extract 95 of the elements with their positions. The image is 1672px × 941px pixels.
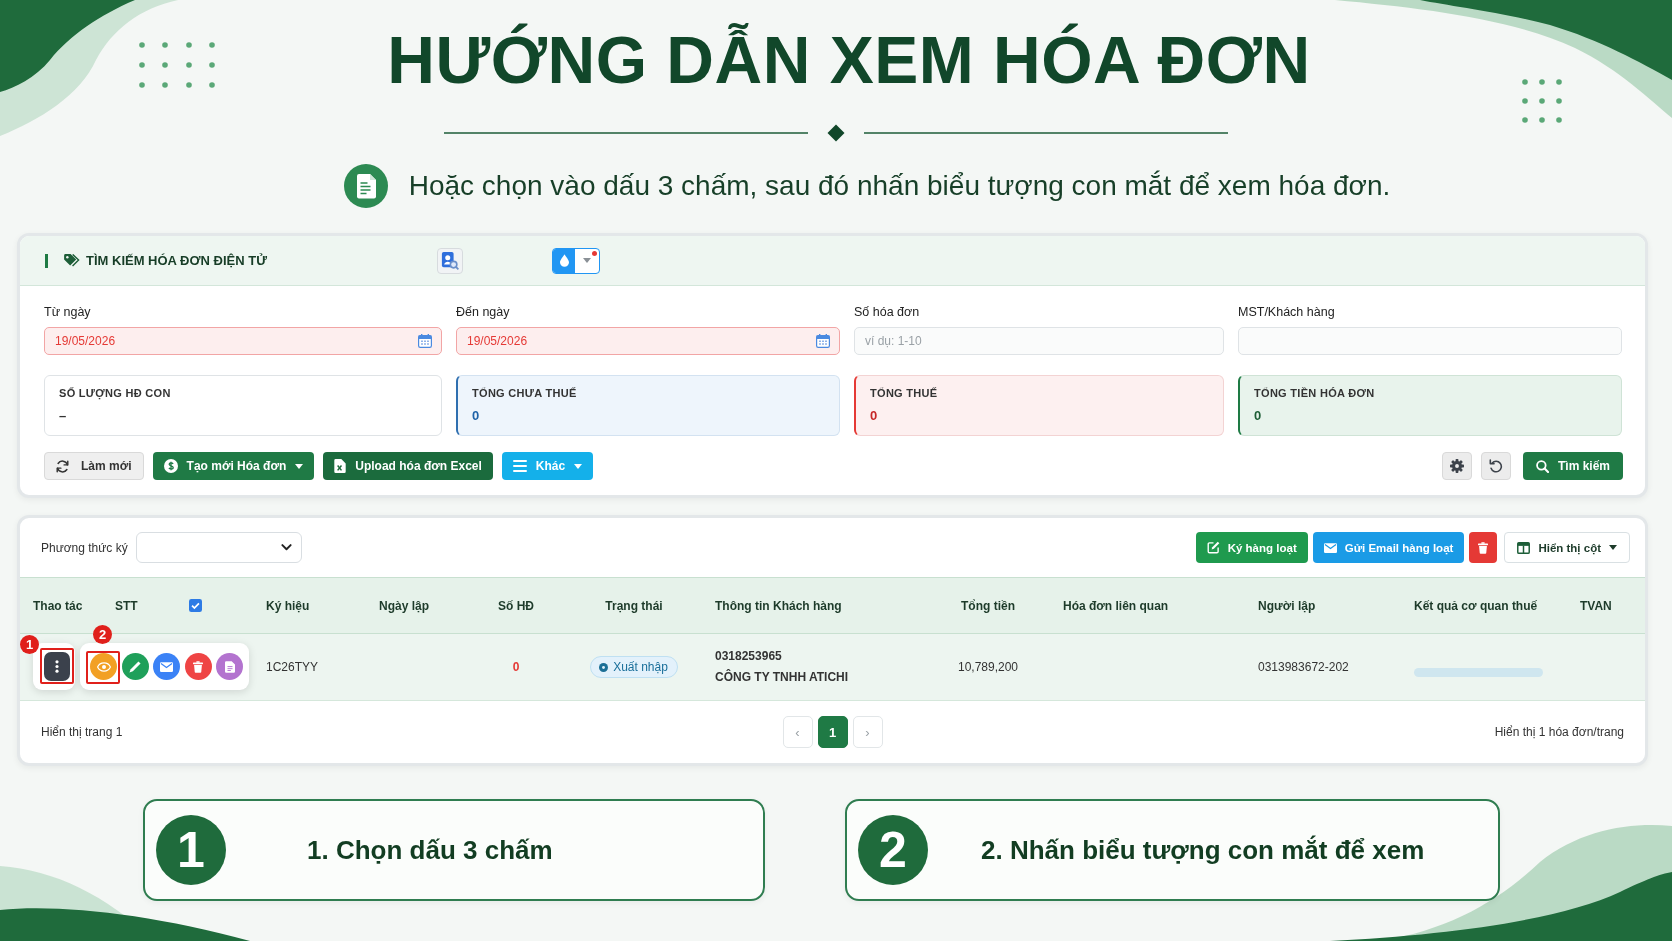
menu-icon (512, 460, 527, 472)
date-field[interactable]: 19/05/2026 (456, 327, 840, 355)
column-header: STT (115, 598, 138, 613)
caret-icon (583, 258, 591, 263)
text-field[interactable]: ví dụ: 1-10 (854, 327, 1224, 355)
vertical-dots-icon (55, 660, 59, 673)
summary-label: TỔNG THUẾ (870, 386, 938, 400)
chevron-down-icon (280, 544, 292, 551)
settings-button[interactable] (1441, 452, 1472, 480)
summary-label: TỔNG CHƯA THUẾ (472, 386, 577, 400)
edit-button[interactable] (121, 653, 149, 680)
delete-button[interactable] (184, 653, 212, 680)
settings-icon (1449, 459, 1464, 473)
pencil-icon (129, 660, 142, 673)
document-search-button[interactable] (437, 247, 463, 274)
status-dot-icon (599, 662, 609, 672)
create-invoice-button[interactable]: Tạo mới Hóa đơn (152, 452, 315, 480)
summary-value: 0 (1254, 408, 1262, 424)
search-icon (1535, 459, 1549, 473)
summary-label: SỐ LƯỢNG HĐ CON (59, 386, 171, 400)
status-label: Xuất nhập (613, 660, 668, 674)
droplet-dropdown-button[interactable] (552, 247, 600, 274)
spreadsheet-file-icon (334, 459, 347, 473)
column-header: Thao tác (33, 598, 83, 613)
table-cell: 0313983672-202 (1258, 660, 1349, 674)
bulk-email-button[interactable]: Gửi Email hàng loạt (1312, 532, 1465, 563)
droplet-icon (559, 254, 569, 267)
dollar-icon (163, 459, 178, 473)
column-header: Tổng tiền (961, 598, 1015, 613)
sign-method-label: Phương thức ký (41, 540, 128, 555)
customer-name: CÔNG TY TNHH ATICHI (715, 670, 849, 685)
table-cell: 1C26TYY (266, 660, 319, 674)
previous-page-button[interactable]: ‹ (782, 716, 813, 748)
refresh-button[interactable]: Làm mới (44, 452, 144, 480)
select-all-checkbox[interactable] (189, 599, 202, 612)
table-cell: 10,789,200 (957, 660, 1019, 674)
column-header: Ngày lập (379, 598, 429, 613)
table-cell: 0 (512, 660, 520, 674)
date-field[interactable]: 19/05/2026 (44, 327, 442, 355)
document-icon (224, 660, 235, 673)
next-page-button[interactable]: › (852, 716, 883, 748)
edit-icon (1206, 541, 1220, 554)
text-field[interactable] (1238, 327, 1622, 355)
column-header: Thông tin Khách hàng (715, 598, 842, 613)
page-info: Hiển thị trang 1 (41, 725, 123, 739)
instruction-text: Hoặc chọn vào dấu 3 chấm, sau đó nhấn biểu tượng con mắt để xem hóa đơn. (408, 169, 1391, 203)
step-marker: 1 (20, 635, 39, 654)
more-button[interactable]: Khác (501, 452, 594, 480)
customer-tax-code: 0318253965 (715, 649, 782, 664)
column-header: Ký hiệu (266, 598, 310, 613)
summary-value: 0 (472, 408, 480, 424)
tags-icon (64, 254, 80, 267)
per-page-info: Hiển thị 1 hóa đơn/trang (1494, 725, 1624, 739)
page-title: HƯỚNG DẪN XEM HÓA ĐƠN (387, 22, 1311, 98)
trash-icon (1478, 541, 1489, 554)
field-label: Số hóa đơn (854, 304, 920, 320)
search-button[interactable]: Tìm kiếm (1522, 452, 1623, 480)
column-header: Người lập (1258, 598, 1316, 613)
step-number: 1 (156, 815, 226, 885)
bulk-sign-button[interactable]: Ký hàng loạt (1195, 532, 1308, 563)
calendar-icon (418, 334, 432, 348)
step-number: 2 (858, 815, 928, 885)
field-label: MST/Khách hàng (1238, 304, 1335, 320)
notification-dot-icon (592, 250, 597, 256)
field-label: Đến ngày (456, 304, 510, 320)
panel-title: TÌM KIẾM HÓA ĐƠN ĐIỆN TỬ (86, 253, 267, 268)
reset-button[interactable] (1480, 452, 1511, 480)
page-button[interactable]: 1 (817, 716, 848, 748)
email-button[interactable] (153, 653, 181, 680)
summary-value: 0 (870, 408, 878, 424)
summary-value: – (59, 408, 67, 424)
document-button[interactable] (216, 653, 244, 680)
delete-button[interactable] (1469, 532, 1498, 563)
document-icon (343, 164, 388, 208)
column-header: TVAN (1580, 598, 1612, 613)
eye-icon (96, 661, 111, 672)
dot-grid-drawing (1522, 79, 1562, 123)
table-icon (1517, 541, 1531, 554)
trash-icon (193, 660, 204, 673)
column-header: Hóa đơn liên quan (1063, 598, 1169, 613)
column-header: Số HĐ (498, 598, 534, 613)
envelope-icon (160, 661, 174, 672)
undo-icon (1488, 459, 1503, 473)
summary-label: TỔNG TIỀN HÓA ĐƠN (1254, 386, 1375, 400)
upload-excel-button[interactable]: Upload hóa đơn Excel (323, 452, 493, 480)
step-text: 2. Nhấn biểu tượng con mắt để xem (981, 834, 1425, 866)
column-header: Trạng thái (605, 598, 663, 613)
column-header: Kết quả cơ quan thuế (1414, 598, 1538, 613)
field-label: Từ ngày (44, 304, 91, 320)
step-text: 1. Chọn dấu 3 chấm (307, 834, 553, 866)
refresh-icon (56, 459, 69, 473)
document-search-icon (441, 251, 459, 270)
calendar-icon (816, 334, 830, 348)
column-visibility-button[interactable]: Hiển thị cột (1504, 532, 1630, 563)
envelope-icon (1323, 542, 1337, 553)
